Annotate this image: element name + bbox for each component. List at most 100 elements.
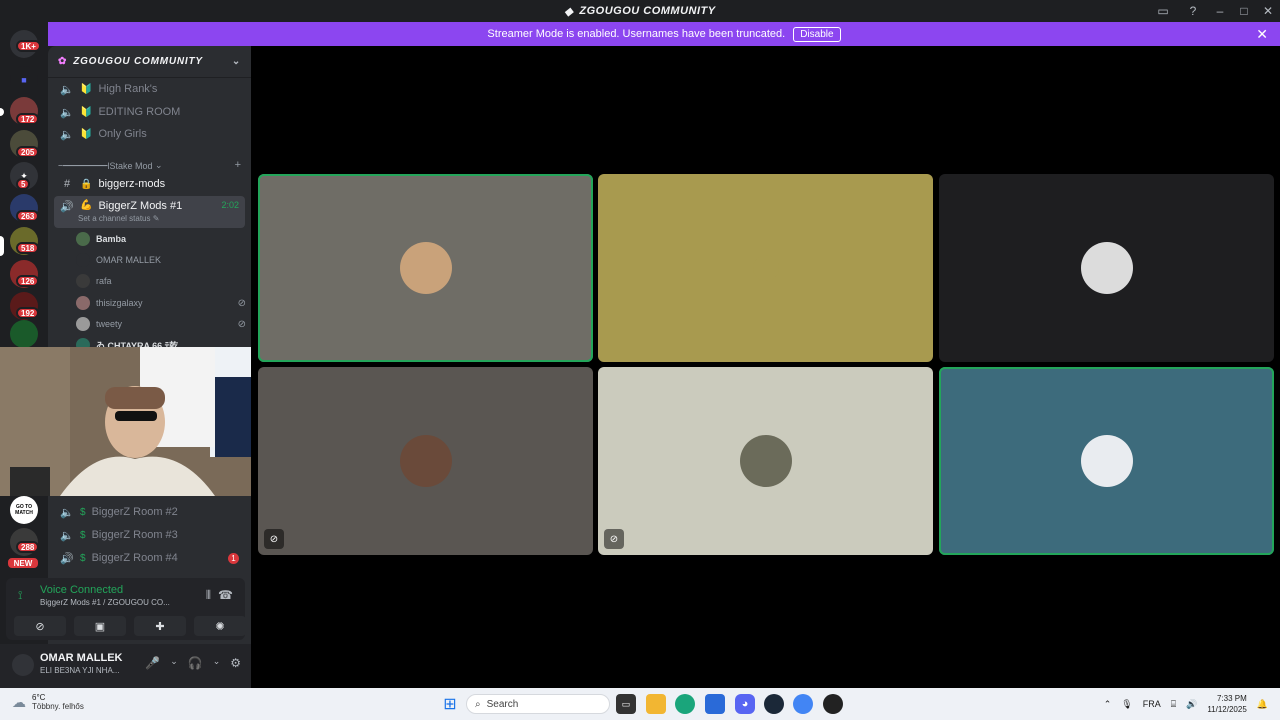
participant-tile[interactable] xyxy=(939,174,1274,362)
store-icon[interactable] xyxy=(705,694,725,714)
chevron-down-icon: ⌄ xyxy=(231,56,241,67)
file-explorer-icon[interactable] xyxy=(646,694,666,714)
voice-connected-panel: ⟟ Voice Connected BiggerZ Mods #1 / ZGOU… xyxy=(6,578,246,640)
server-badge-5: 518 xyxy=(16,242,40,254)
inbox-icon[interactable]: ▭ xyxy=(1148,0,1178,22)
guild-header[interactable]: ✿ ZGOUGOU COMMUNITY ⌄ xyxy=(48,46,251,78)
help-icon[interactable]: ? xyxy=(1178,0,1208,22)
search-icon: ⌕ xyxy=(475,698,481,710)
camera-button[interactable]: ⊘ xyxy=(14,616,66,636)
voice-member[interactable]: tweety ⊘ xyxy=(76,314,246,334)
close-window-button[interactable]: ✕ xyxy=(1256,0,1280,22)
participant-tile[interactable] xyxy=(258,174,593,362)
app-logo-icon: ◆ xyxy=(564,5,574,18)
weather-widget[interactable]: ☁ 6°C Többny. felhős xyxy=(12,693,84,711)
window-title: ◆ ZGOUGOU COMMUNITY xyxy=(564,5,716,18)
screen-share-button[interactable]: ▣ xyxy=(74,616,126,636)
text-channel-biggerz-mods[interactable]: # 🔒 biggerz-mods xyxy=(54,174,245,194)
avatar xyxy=(1080,242,1133,294)
add-channel-icon[interactable]: + xyxy=(235,159,241,171)
channel-status[interactable]: Set a channel status ✎ xyxy=(78,214,159,223)
webcam-overlay xyxy=(0,347,263,496)
steam-icon[interactable] xyxy=(764,694,784,714)
chrome-icon[interactable] xyxy=(793,694,813,714)
voice-member[interactable]: OMAR MALLEK xyxy=(76,250,246,270)
deafened-icon: ⊘ xyxy=(237,318,246,330)
voice-channel-room-4[interactable]: 🔊 $ BiggerZ Room #4 1 xyxy=(54,548,245,568)
notification-bell-icon[interactable]: 🔔 xyxy=(1257,699,1268,710)
maximize-button[interactable]: □ xyxy=(1232,0,1256,22)
settings-gear-icon[interactable]: ⚙ xyxy=(230,656,241,670)
disable-streamer-mode-button[interactable]: Disable xyxy=(793,26,841,42)
soundboard-button[interactable]: ✺ xyxy=(194,616,246,636)
new-badge[interactable]: NEW xyxy=(6,556,40,570)
speaker-icon: 🔈 xyxy=(60,128,74,141)
windows-start-icon[interactable]: ⊞ xyxy=(440,694,460,714)
chevron-down-icon[interactable]: ⌄ xyxy=(170,656,178,670)
participant-tile[interactable] xyxy=(939,367,1274,555)
chevron-down-icon[interactable]: ⌄ xyxy=(213,656,221,670)
speaker-active-icon: 🔊 xyxy=(60,201,74,213)
webcam-feed xyxy=(0,347,263,496)
taskbar-search[interactable]: ⌕ Search xyxy=(466,694,610,714)
voice-member[interactable]: Bamba xyxy=(76,229,246,249)
deafened-icon: ⊘ xyxy=(264,529,284,549)
disconnect-icon[interactable]: ☎ xyxy=(218,588,233,602)
badge-icon: 🔰 xyxy=(80,128,93,140)
language-indicator[interactable]: FRA xyxy=(1143,699,1161,709)
home-badge: 1K+ xyxy=(16,40,41,52)
microphone-icon[interactable]: 🎤 xyxy=(145,656,160,670)
voice-connected-subtitle[interactable]: BiggerZ Mods #1 / ZGOUGOU CO... xyxy=(40,598,170,607)
participant-tile[interactable]: ⊘ xyxy=(258,367,593,555)
chevron-up-icon[interactable]: ⌃ xyxy=(1104,699,1112,710)
weather-desc: Többny. felhős xyxy=(32,702,84,711)
voice-member[interactable]: thisizgalaxy ⊘ xyxy=(76,293,246,313)
headphones-icon[interactable]: 🎧 xyxy=(188,656,203,670)
speaker-icon: 🔈 xyxy=(60,106,74,119)
task-view-icon[interactable]: ▭ xyxy=(616,694,636,714)
obs-icon[interactable] xyxy=(823,694,843,714)
participant-tile[interactable] xyxy=(598,174,933,362)
user-panel: OMAR MALLEK ELI BE3NA YJI NHA... 🎤 ⌄ 🎧 ⌄… xyxy=(0,644,251,688)
minimize-button[interactable]: – xyxy=(1208,0,1232,22)
participant-tile[interactable]: ⊘ xyxy=(598,367,933,555)
signal-icon[interactable]: ⟟ xyxy=(18,588,22,603)
hashtag-icon: # xyxy=(63,178,71,190)
category-stake-mod[interactable]: ｰ━━━━━lStake Mod ⌄ + xyxy=(58,158,241,172)
avatar xyxy=(76,296,90,310)
dollar-icon: $ xyxy=(80,529,86,541)
discord-icon[interactable]: ◕ xyxy=(735,694,755,714)
folder-icon[interactable]: ■ xyxy=(10,66,38,94)
taskbar-clock[interactable]: 7:33 PM 11/12/2025 xyxy=(1207,693,1246,715)
volume-icon[interactable]: 🔊 xyxy=(1186,699,1197,710)
microphone-icon[interactable]: 🎙 xyxy=(1121,699,1132,710)
voice-member[interactable]: rafa xyxy=(76,271,246,291)
system-tray: ⌃ 🎙 FRA ⌸ 🔊 7:33 PM 11/12/2025 🔔 xyxy=(1104,688,1268,720)
voice-channel-room-3[interactable]: 🔈 $ BiggerZ Room #3 xyxy=(54,525,245,545)
voice-channel-only-girls[interactable]: 🔈 🔰 Only Girls xyxy=(54,124,245,144)
server-icon-8[interactable] xyxy=(10,320,38,348)
avatar xyxy=(1080,435,1133,487)
voice-channel-editing-room[interactable]: 🔈 🔰 EDITING ROOM xyxy=(54,102,245,122)
avatar[interactable] xyxy=(12,654,34,676)
activities-button[interactable]: ✚ xyxy=(134,616,186,636)
network-icon[interactable]: ⌸ xyxy=(1171,699,1176,710)
avatar xyxy=(76,232,90,246)
banner-text: Streamer Mode is enabled. Usernames have… xyxy=(487,28,786,40)
avatar xyxy=(752,255,779,281)
edge-icon[interactable] xyxy=(675,694,695,714)
voice-channel-biggerz-mods-1[interactable]: 🔊 💪 BiggerZ Mods #1 2:02 xyxy=(54,196,245,228)
username[interactable]: OMAR MALLEK xyxy=(40,652,123,664)
badge-icon: 🔰 xyxy=(80,106,93,118)
weather-cloud-icon: ☁ xyxy=(12,693,26,710)
channel-label: High Rank's xyxy=(98,83,158,95)
gotomatch-server-icon[interactable]: GO TO MATCH xyxy=(10,496,38,524)
noise-suppression-icon[interactable]: ⦀ xyxy=(206,588,211,603)
voice-channel-room-2[interactable]: 🔈 $ BiggerZ Room #2 xyxy=(54,502,245,522)
close-banner-icon[interactable]: ✕ xyxy=(1256,26,1268,43)
badge-icon: 🔰 xyxy=(80,83,93,95)
voice-channel-high-ranks[interactable]: 🔈 🔰 High Rank's xyxy=(54,79,245,99)
channel-label: biggerz-mods xyxy=(98,178,166,190)
voice-connected-title[interactable]: Voice Connected xyxy=(40,584,123,596)
muscle-icon: 💪 xyxy=(80,200,93,211)
